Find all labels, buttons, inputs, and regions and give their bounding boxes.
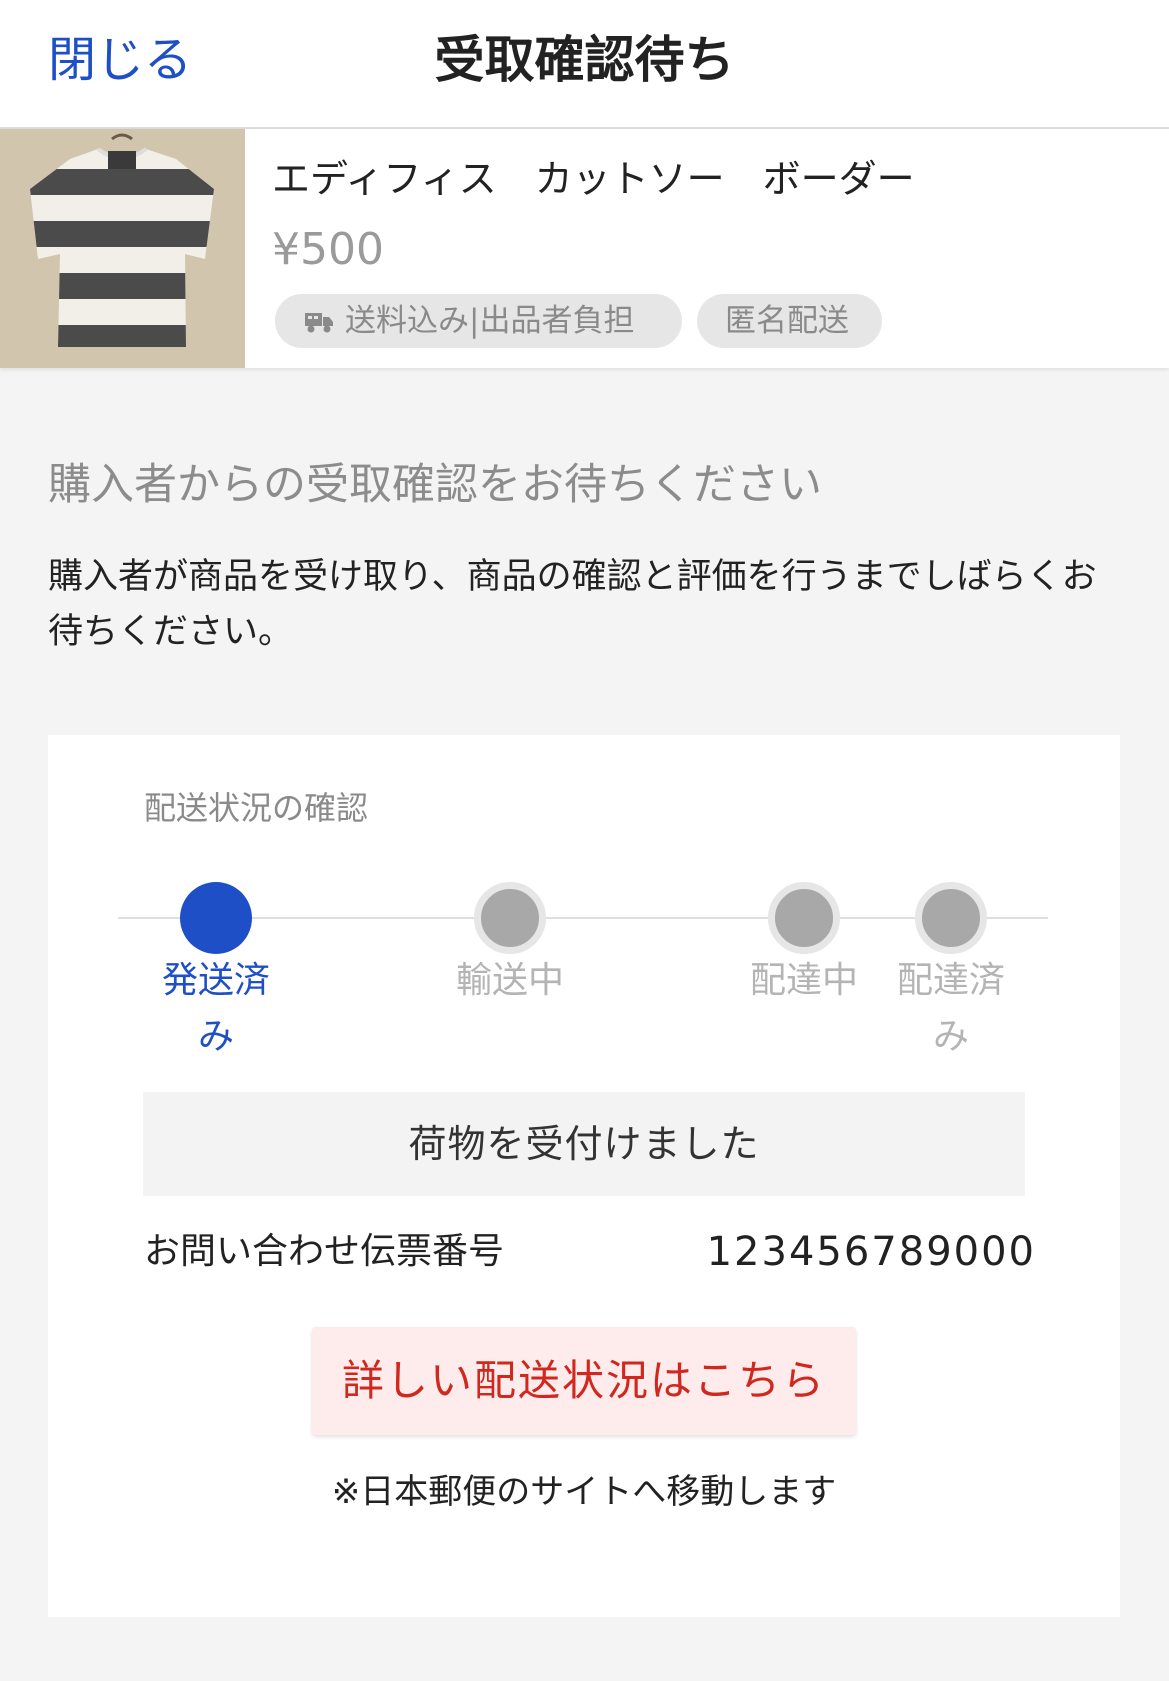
shipping-fee-label: 送料込み|出品者負担 bbox=[345, 303, 635, 339]
product-name: エディフィス カットソー ボーダー bbox=[272, 157, 915, 201]
step-label-out-for-delivery: 配達中 bbox=[749, 960, 858, 1001]
status-description: 購入者が商品を受け取り、商品の確認と評価を行うまでしばらくお待ちください。 bbox=[48, 557, 1097, 652]
shipping-fee-tag: 送料込み|出品者負担 bbox=[275, 294, 682, 348]
truck-icon bbox=[305, 313, 333, 333]
tracking-number-label: お問い合わせ伝票番号 bbox=[144, 1231, 505, 1272]
anonymous-shipping-tag: 匿名配送 bbox=[697, 294, 882, 348]
delivery-message: 荷物を受付けました bbox=[143, 1092, 1025, 1196]
redirect-note: ※日本郵便のサイトへ移動します bbox=[331, 1472, 837, 1512]
step-label-in-transit: 輸送中 bbox=[455, 960, 564, 1001]
tracking-number: 123456789000 bbox=[706, 1229, 1036, 1275]
product-thumbnail bbox=[0, 129, 245, 368]
top-bar: 閉じる 受取確認待ち bbox=[0, 0, 1169, 129]
step-label-delivered: 配達済み bbox=[896, 960, 1005, 1057]
step-dot-in-transit bbox=[474, 882, 546, 954]
page-title: 受取確認待ち bbox=[434, 31, 735, 89]
delivery-status-card: 配送状況の確認 発送済み 輸送中 配達中 配達済み 荷物を受付けました お問い合… bbox=[48, 735, 1120, 1617]
product-price: ¥500 bbox=[272, 224, 384, 275]
status-heading: 購入者からの受取確認をお待ちください bbox=[48, 460, 822, 510]
striped-shirt-photo bbox=[0, 129, 245, 368]
delivery-heading: 配送状況の確認 bbox=[144, 789, 369, 827]
detailed-tracking-button[interactable]: 詳しい配送状況はこちら bbox=[312, 1327, 856, 1435]
step-dot-out-for-delivery bbox=[768, 882, 840, 954]
step-dot-shipped bbox=[180, 882, 252, 954]
progress-track bbox=[118, 917, 1048, 919]
product-summary[interactable]: エディフィス カットソー ボーダー ¥500 送料込み|出品者負担 匿名配送 bbox=[0, 129, 1169, 368]
step-dot-delivered bbox=[915, 882, 987, 954]
step-label-shipped: 発送済み bbox=[161, 960, 270, 1057]
